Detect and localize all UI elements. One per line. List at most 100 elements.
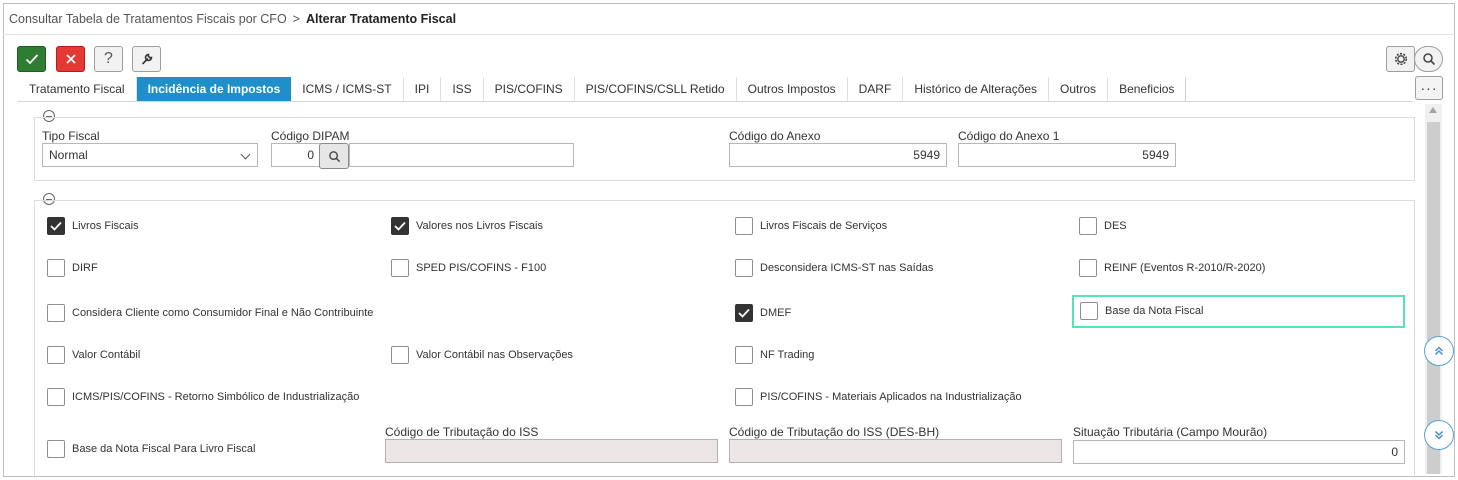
double-chevron-up-icon bbox=[1434, 346, 1444, 356]
checkbox-box[interactable] bbox=[1080, 302, 1098, 320]
checkbox-label: ICMS/PIS/COFINS - Retorno Simbólico de I… bbox=[72, 391, 360, 403]
tab-darf[interactable]: DARF bbox=[848, 77, 904, 101]
settings-button[interactable] bbox=[1386, 46, 1415, 72]
checkbox-label: REINF (Eventos R-2010/R-2020) bbox=[1104, 262, 1266, 274]
checkbox-box[interactable] bbox=[1079, 259, 1097, 277]
scroll-to-top-button[interactable] bbox=[1424, 336, 1454, 366]
checkbox-base-nota-fiscal[interactable]: Base da Nota Fiscal bbox=[1080, 302, 1203, 320]
wrench-icon bbox=[141, 53, 152, 65]
checkbox-box[interactable] bbox=[47, 304, 65, 322]
tab-iss[interactable]: ISS bbox=[441, 77, 484, 101]
tab-ipi[interactable]: IPI bbox=[404, 77, 442, 101]
checkbox-label: Livros Fiscais bbox=[72, 220, 139, 232]
checkbox-label: Considera Cliente como Consumidor Final … bbox=[72, 307, 374, 319]
checkbox-label: Base da Nota Fiscal Para Livro Fiscal bbox=[72, 443, 256, 455]
more-options-button[interactable]: ··· bbox=[1415, 76, 1443, 100]
help-icon: ? bbox=[104, 50, 113, 67]
checkbox-desconsidera-icms-st[interactable]: Desconsidera ICMS-ST nas Saídas bbox=[735, 259, 933, 277]
checkbox-livros-fiscais[interactable]: Livros Fiscais bbox=[47, 217, 139, 235]
checkbox-nf-trading[interactable]: NF Trading bbox=[735, 346, 814, 364]
checkbox-box[interactable] bbox=[735, 217, 753, 235]
checkbox-label: NF Trading bbox=[760, 349, 815, 361]
checkbox-livros-fiscais-servicos[interactable]: Livros Fiscais de Serviços bbox=[735, 217, 887, 235]
checkbox-dirf[interactable]: DIRF bbox=[47, 259, 98, 277]
checkbox-des[interactable]: DES bbox=[1079, 217, 1127, 235]
breadcrumb-separator: > bbox=[292, 12, 300, 26]
check-icon bbox=[50, 221, 62, 231]
breadcrumb-current: Alterar Tratamento Fiscal bbox=[305, 12, 457, 26]
checkbox-box[interactable] bbox=[47, 440, 65, 458]
checkbox-reinf[interactable]: REINF (Eventos R-2010/R-2020) bbox=[1079, 259, 1265, 277]
checkbox-materiais-aplicados[interactable]: PIS/COFINS - Materiais Aplicados na Indu… bbox=[735, 388, 1022, 406]
checkbox-box[interactable] bbox=[1079, 217, 1097, 235]
codigo-anexo-label: Código do Anexo bbox=[729, 129, 821, 143]
checkbox-box[interactable] bbox=[735, 304, 753, 322]
tab-incidencia-de-impostos[interactable]: Incidência de Impostos bbox=[136, 77, 292, 101]
search-button[interactable] bbox=[1414, 46, 1443, 72]
checkbox-box[interactable] bbox=[47, 259, 65, 277]
tab-pis-cofins[interactable]: PIS/COFINS bbox=[484, 77, 575, 101]
situacao-tributaria-label: Situação Tributária (Campo Mourão) bbox=[1073, 425, 1268, 439]
tools-button[interactable] bbox=[132, 46, 161, 72]
cancel-button[interactable] bbox=[56, 46, 85, 72]
tab-icms-icms-st[interactable]: ICMS / ICMS-ST bbox=[291, 77, 404, 101]
checkbox-label: Valor Contábil nas Observações bbox=[416, 349, 573, 361]
breadcrumb-parent-link[interactable]: Consultar Tabela de Tratamentos Fiscais … bbox=[9, 12, 287, 26]
search-icon bbox=[1422, 53, 1435, 66]
double-chevron-down-icon bbox=[1434, 430, 1444, 440]
codigo-tributacao-iss-label: Código de Tributação do ISS bbox=[385, 425, 539, 439]
tab-divider bbox=[18, 101, 1413, 102]
tab-pis-cofins-csll-retido[interactable]: PIS/COFINS/CSLL Retido bbox=[575, 77, 737, 101]
checkbox-label: Base da Nota Fiscal bbox=[1105, 305, 1204, 317]
checkbox-sped-pis-cofins-f100[interactable]: SPED PIS/COFINS - F100 bbox=[391, 259, 546, 277]
checkbox-base-nf-livro-fiscal[interactable]: Base da Nota Fiscal Para Livro Fiscal bbox=[47, 440, 255, 458]
header-divider bbox=[3, 34, 1455, 35]
tab-outros[interactable]: Outros bbox=[1049, 77, 1109, 101]
checkbox-box[interactable] bbox=[735, 346, 753, 364]
codigo-dipam-input[interactable]: 0 bbox=[271, 143, 321, 167]
checkbox-box[interactable] bbox=[47, 388, 65, 406]
search-icon bbox=[328, 150, 340, 162]
checkbox-valores-livros-fiscais[interactable]: Valores nos Livros Fiscais bbox=[391, 217, 543, 235]
scroll-to-bottom-button[interactable] bbox=[1424, 420, 1454, 450]
checkbox-dmef[interactable]: DMEF bbox=[735, 304, 791, 322]
checkbox-valor-contabil-observacoes[interactable]: Valor Contábil nas Observações bbox=[391, 346, 573, 364]
checkbox-retorno-simbolico[interactable]: ICMS/PIS/COFINS - Retorno Simbólico de I… bbox=[47, 388, 359, 406]
confirm-button[interactable] bbox=[17, 46, 46, 72]
help-button[interactable]: ? bbox=[94, 46, 123, 72]
checkbox-box[interactable] bbox=[47, 217, 65, 235]
codigo-anexo-input[interactable]: 5949 bbox=[729, 143, 947, 167]
checkbox-label: DIRF bbox=[72, 262, 98, 274]
gear-icon bbox=[1394, 52, 1407, 66]
tab-historico-de-alteracoes[interactable]: Histórico de Alterações bbox=[903, 77, 1050, 101]
checkbox-label: Desconsidera ICMS-ST nas Saídas bbox=[760, 262, 934, 274]
checkbox-box[interactable] bbox=[391, 259, 409, 277]
codigo-tributacao-iss-desbh-input bbox=[729, 439, 1062, 463]
situacao-tributaria-input[interactable]: 0 bbox=[1073, 440, 1405, 464]
codigo-anexo-1-label: Código do Anexo 1 bbox=[958, 129, 1060, 143]
breadcrumb: Consultar Tabela de Tratamentos Fiscais … bbox=[9, 12, 456, 26]
dipam-lookup-button[interactable] bbox=[319, 143, 349, 169]
codigo-anexo-1-input[interactable]: 5949 bbox=[958, 143, 1176, 167]
check-icon bbox=[394, 221, 406, 231]
tab-beneficios[interactable]: Beneficios bbox=[1108, 77, 1187, 101]
chevron-down-icon bbox=[240, 149, 251, 160]
tipo-fiscal-label: Tipo Fiscal bbox=[42, 129, 100, 143]
tipo-fiscal-select[interactable]: Normal bbox=[42, 143, 258, 167]
check-icon bbox=[25, 54, 38, 65]
tipo-fiscal-value: Normal bbox=[49, 148, 88, 162]
scroll-up-arrow-icon[interactable] bbox=[1429, 107, 1437, 113]
checkbox-valor-contabil[interactable]: Valor Contábil bbox=[47, 346, 140, 364]
checkbox-box[interactable] bbox=[391, 346, 409, 364]
checkbox-box[interactable] bbox=[735, 259, 753, 277]
checkbox-consumidor-final[interactable]: Considera Cliente como Consumidor Final … bbox=[47, 304, 373, 322]
checkbox-box[interactable] bbox=[47, 346, 65, 364]
checkbox-box[interactable] bbox=[735, 388, 753, 406]
checkbox-box[interactable] bbox=[391, 217, 409, 235]
codigo-dipam-label: Código DIPAM bbox=[271, 129, 350, 143]
tab-tratamento-fiscal[interactable]: Tratamento Fiscal bbox=[18, 77, 137, 101]
codigo-tributacao-iss-desbh-label: Código de Tributação do ISS (DES-BH) bbox=[729, 425, 940, 439]
check-icon bbox=[738, 308, 750, 318]
checkbox-label: Livros Fiscais de Serviços bbox=[760, 220, 888, 232]
tab-outros-impostos[interactable]: Outros Impostos bbox=[737, 77, 848, 101]
